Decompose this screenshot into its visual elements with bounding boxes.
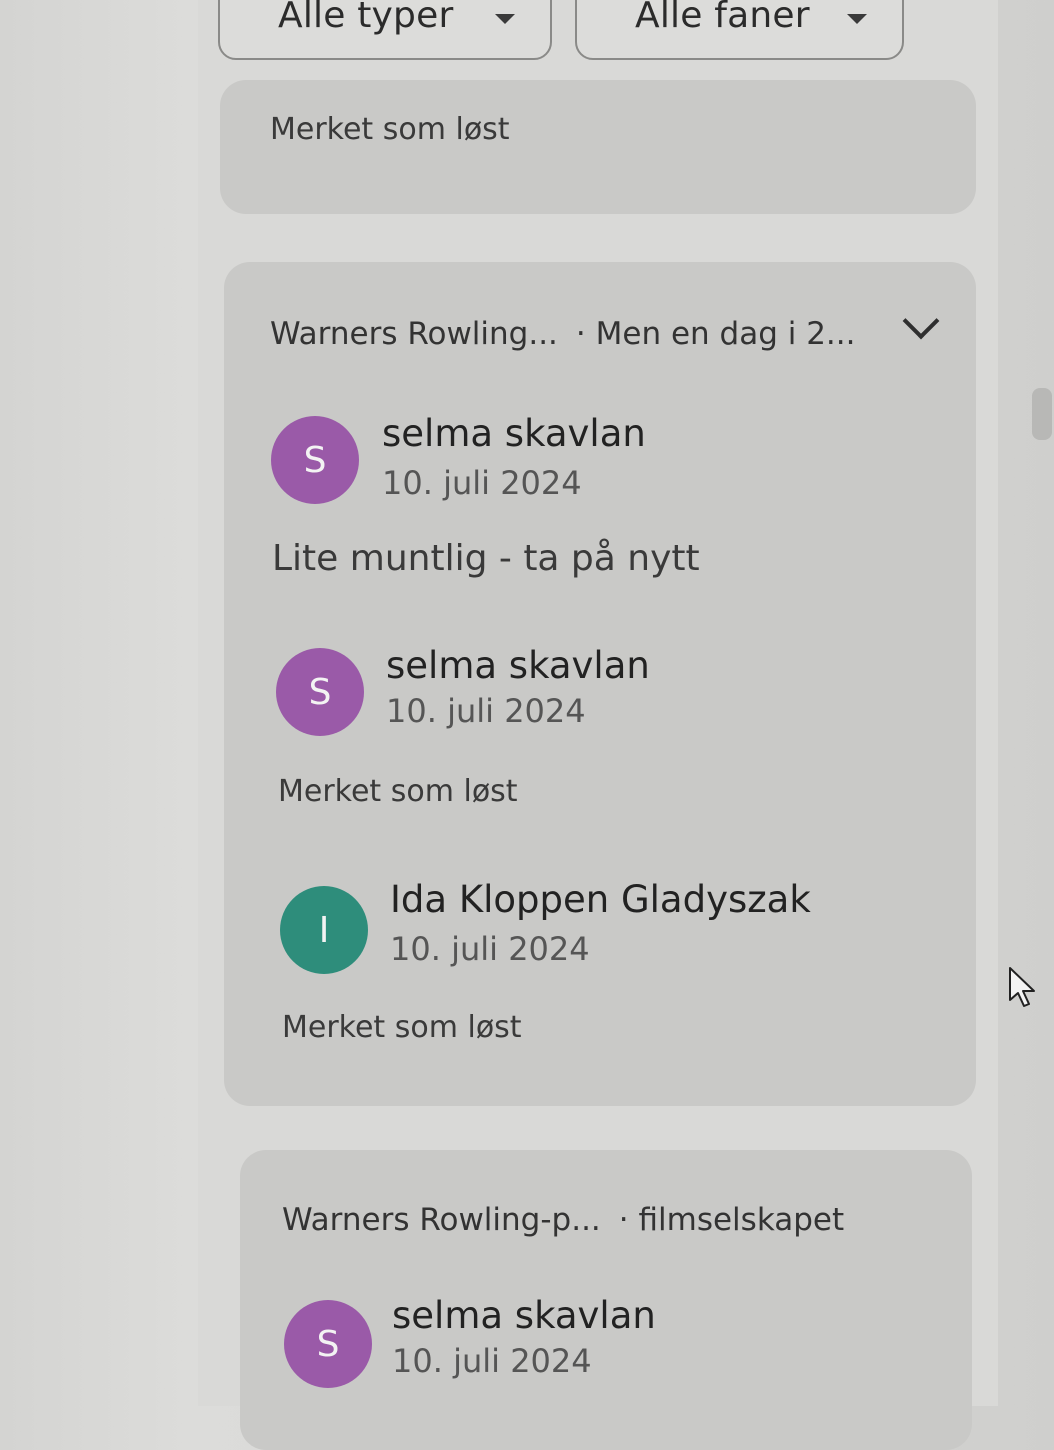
comment-date: 10. juli 2024 — [390, 930, 590, 968]
document-title: Warners Rowling... — [270, 316, 558, 352]
comment-card[interactable]: Warners Rowling... · Men en dag i 2... S … — [224, 262, 976, 1106]
avatar: S — [276, 648, 364, 736]
comment-card[interactable]: Warners Rowling-p... · filmselskapet S se… — [240, 1150, 972, 1450]
author-name: selma skavlan — [386, 644, 650, 687]
thread-header: Warners Rowling... · Men en dag i 2... — [270, 316, 855, 352]
type-filter-dropdown[interactable]: Alle typer — [218, 0, 552, 60]
caret-down-icon — [847, 14, 867, 24]
author-name: Ida Kloppen Gladyszak — [390, 878, 811, 921]
tab-filter-dropdown[interactable]: Alle faner — [575, 0, 904, 60]
comment-text: Lite muntlig - ta på nytt — [272, 538, 700, 579]
comment-excerpt: · Men en dag i 2... — [575, 316, 856, 352]
tab-filter-label: Alle faner — [635, 0, 810, 36]
comment-date: 10. juli 2024 — [386, 692, 586, 730]
author-name: selma skavlan — [392, 1294, 656, 1337]
resolved-status: Merket som løst — [282, 1010, 522, 1045]
mouse-pointer-icon — [1008, 966, 1038, 1014]
author-name: selma skavlan — [382, 412, 646, 455]
resolved-status: Merket som løst — [270, 112, 510, 147]
caret-down-icon — [495, 14, 515, 24]
avatar: S — [271, 416, 359, 504]
comment-date: 10. juli 2024 — [392, 1342, 592, 1380]
type-filter-label: Alle typer — [278, 0, 454, 36]
comment-card[interactable]: Merket som løst — [220, 80, 976, 214]
chevron-down-icon[interactable] — [902, 302, 940, 340]
resolved-status: Merket som løst — [278, 774, 518, 809]
avatar: I — [280, 886, 368, 974]
avatar: S — [284, 1300, 372, 1388]
scrollbar-thumb[interactable] — [1032, 388, 1052, 440]
comment-excerpt: · filmselskapet — [618, 1202, 845, 1238]
comment-date: 10. juli 2024 — [382, 464, 582, 502]
document-title: Warners Rowling-p... — [282, 1202, 601, 1238]
thread-header: Warners Rowling-p... · filmselskapet — [282, 1202, 844, 1238]
